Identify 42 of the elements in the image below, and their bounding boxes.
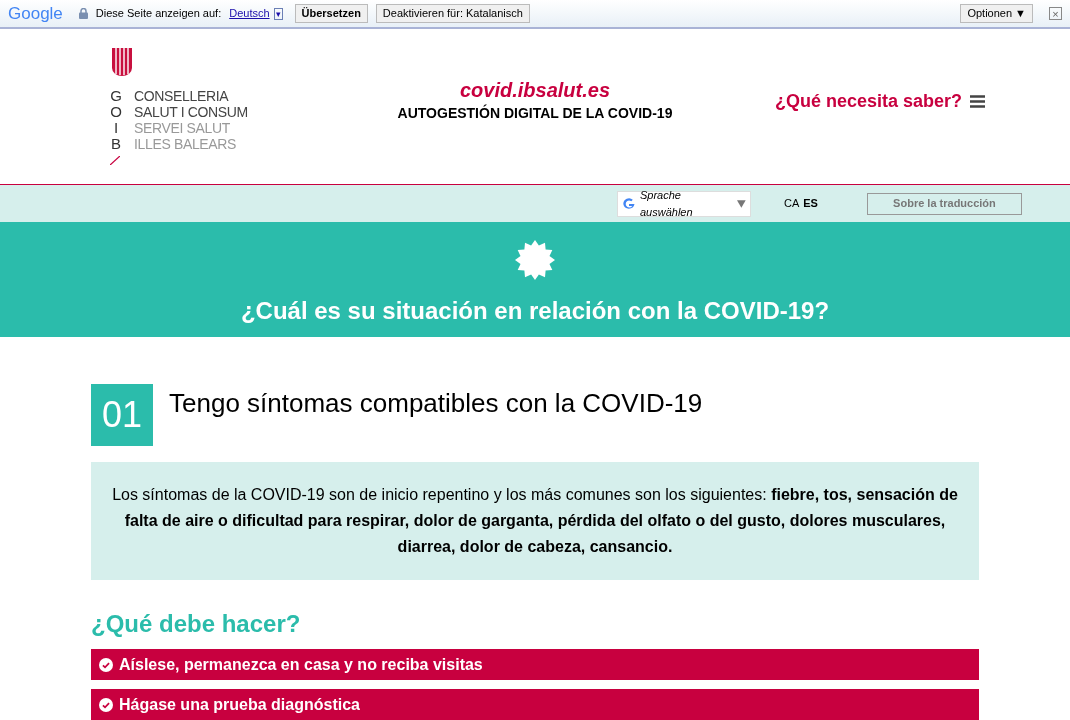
banner-title: ¿Cuál es su situación en relación con la COVID-19? bbox=[240, 295, 830, 326]
action-bar[interactable]: Aíslese, permanezca en casa y no reciba visitas bbox=[91, 649, 979, 680]
info-box: Los síntomas de la COVID-19 son de inicio repentino y los más comunes son los siguientes: fiebre, tos, sensación de falta de aire o dificultad para respirar, dolor de garganta, pérdida del olfato o del gusto, dolores musculares, diarrea, dolor de cabeza, cansancio. bbox=[91, 462, 979, 580]
language-selector[interactable]: Sprache auswählen bbox=[617, 190, 751, 217]
site-name: covid.ibsalut.es bbox=[459, 78, 611, 103]
logo-text: SERVEI SALUT bbox=[134, 120, 231, 136]
badge-icon bbox=[514, 238, 556, 281]
logo-letter: B bbox=[111, 136, 121, 152]
selector-text: Sprache auswählen bbox=[640, 188, 694, 220]
logo-text: CONSELLERIA bbox=[134, 88, 230, 104]
google-g-icon bbox=[622, 196, 636, 211]
section-number: 01 bbox=[91, 384, 153, 446]
action-text: Aíslese, permanezca en casa y no reciba visitas bbox=[119, 654, 483, 675]
about-translation-button[interactable]: Sobre la traducción bbox=[866, 192, 1022, 215]
check-circle-icon bbox=[99, 657, 113, 672]
action-text: Hágase una prueba diagnóstica bbox=[119, 694, 360, 715]
close-button[interactable]: × bbox=[1049, 7, 1062, 20]
logo-letter: G bbox=[110, 88, 122, 104]
action-bar[interactable]: Hágase una prueba diagnóstica bbox=[91, 689, 979, 720]
logo-letter: I bbox=[113, 120, 119, 136]
logo-text: ILLES BALEARS bbox=[134, 136, 238, 152]
site-subtitle: AUTOGESTIÓN DIGITAL DE LA COVID-19 bbox=[397, 103, 673, 123]
language-link[interactable]: Deutsch bbox=[229, 5, 270, 22]
caret-icon bbox=[737, 199, 746, 208]
subheading: ¿Qué debe hacer? bbox=[91, 609, 302, 639]
slash-icon bbox=[110, 156, 120, 165]
options-button[interactable]: Optionen ▼ bbox=[960, 4, 1033, 23]
google-logo: Google bbox=[8, 2, 63, 25]
coat-of-arms-icon bbox=[112, 48, 132, 76]
lock-icon bbox=[78, 8, 88, 19]
translate-button[interactable]: Übersetzen bbox=[294, 4, 368, 23]
menu-icon[interactable] bbox=[970, 95, 986, 108]
prompt-text: Diese Seite anzeigen auf: bbox=[95, 6, 222, 22]
language-option[interactable]: CA bbox=[784, 195, 800, 212]
section-title: Tengo síntomas compatibles con la COVID-19 bbox=[169, 387, 703, 420]
disable-button[interactable]: Deaktivieren für: Katalanisch bbox=[375, 4, 530, 23]
menu-label[interactable]: ¿Qué necesita saber? bbox=[775, 88, 963, 115]
logo-text: SALUT I CONSUM bbox=[134, 104, 248, 120]
language-option[interactable]: ES bbox=[803, 195, 818, 212]
check-circle-icon bbox=[99, 697, 113, 712]
logo-letter: O bbox=[110, 104, 122, 120]
language-dropdown[interactable]: ▾ bbox=[273, 7, 283, 20]
